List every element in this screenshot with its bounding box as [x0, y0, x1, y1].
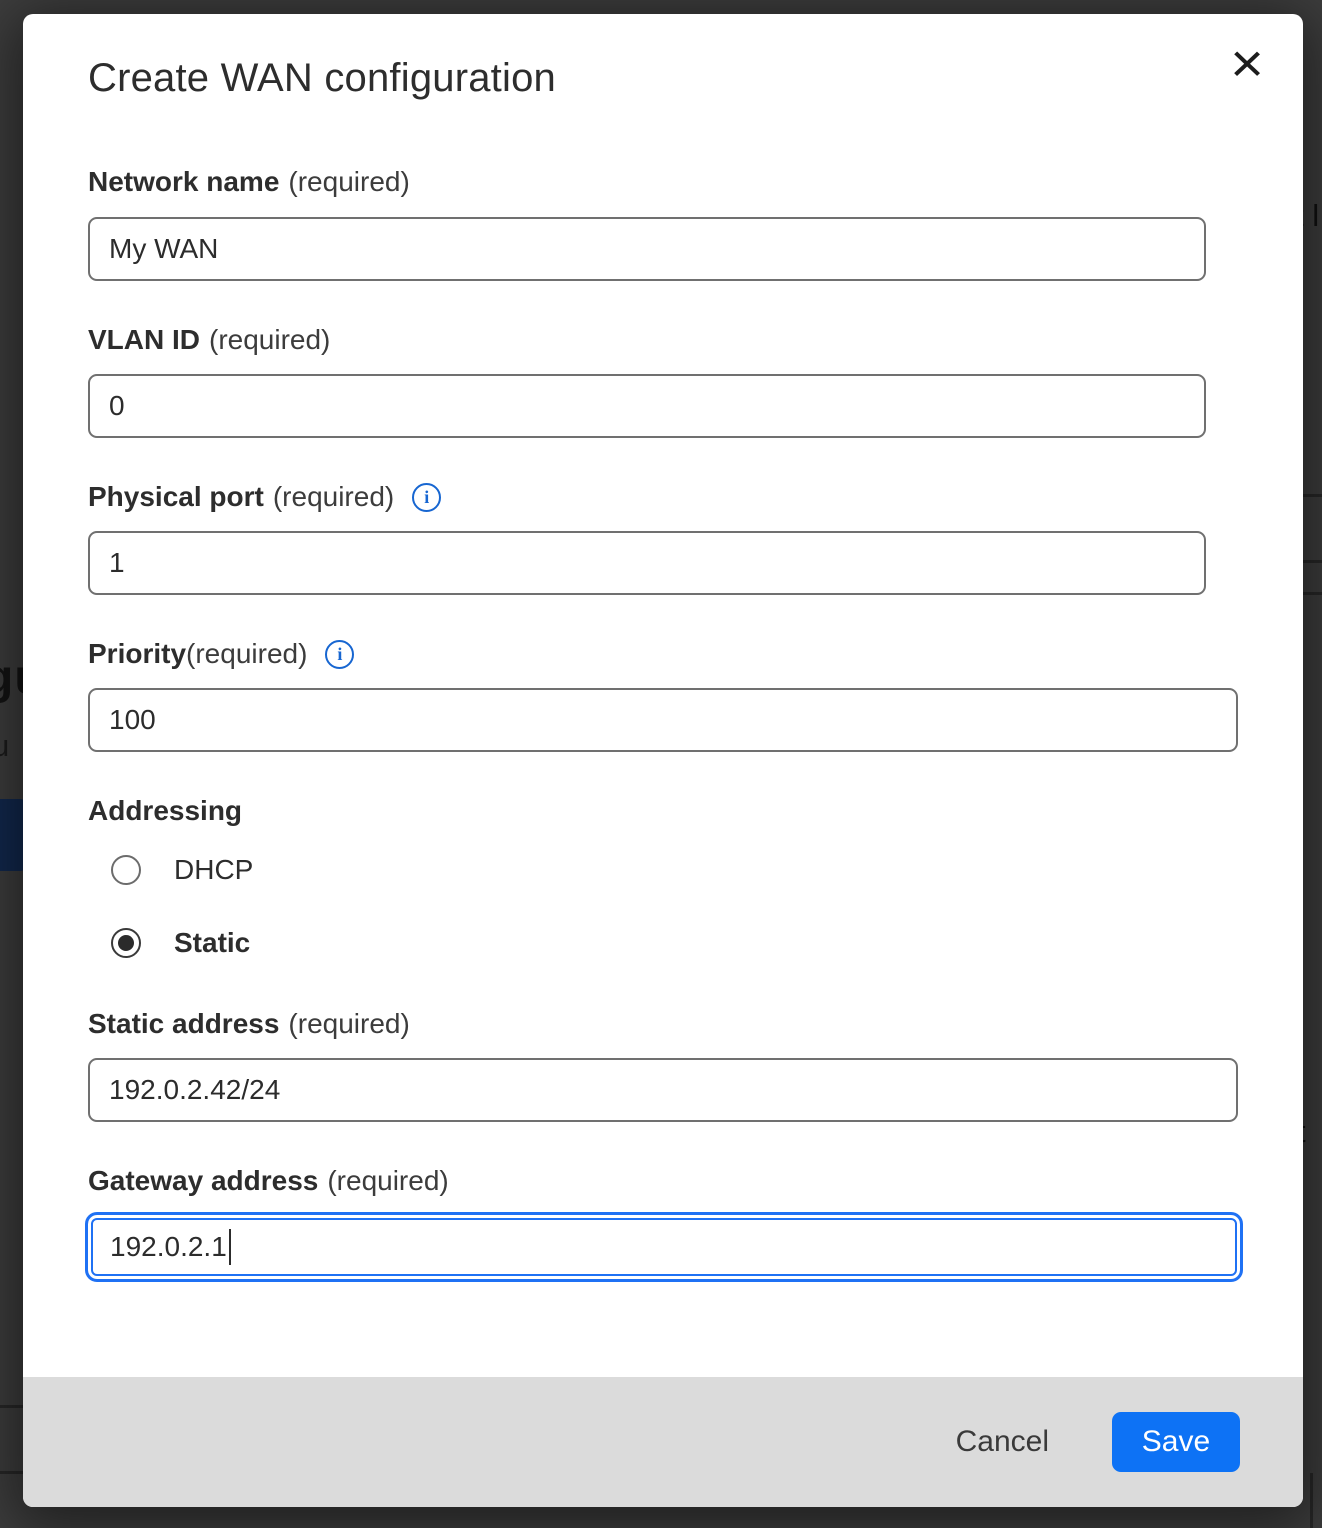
network-name-label: Network name (required)	[88, 166, 410, 198]
gateway-address-label: Gateway address (required)	[88, 1165, 449, 1197]
info-icon[interactable]: i	[325, 640, 354, 669]
priority-label: Priority (required) i	[88, 638, 354, 670]
save-button[interactable]: Save	[1112, 1412, 1240, 1472]
physical-port-input[interactable]	[88, 531, 1206, 595]
static-address-input[interactable]	[88, 1058, 1238, 1122]
required-hint: (required)	[186, 638, 307, 670]
radio-label: DHCP	[174, 854, 253, 886]
background-table-line	[1303, 560, 1322, 563]
close-button[interactable]: ×	[1219, 36, 1275, 92]
physical-port-label: Physical port (required) i	[88, 481, 441, 513]
info-icon[interactable]: i	[412, 483, 441, 512]
dialog-footer: Cancel Save	[23, 1377, 1303, 1507]
static-address-label: Static address (required)	[88, 1008, 410, 1040]
label-text: Gateway address	[88, 1165, 318, 1197]
required-hint: (required)	[209, 324, 330, 356]
priority-input[interactable]	[88, 688, 1238, 752]
radio-icon	[111, 855, 141, 885]
required-hint: (required)	[327, 1165, 448, 1197]
text-cursor	[229, 1229, 231, 1265]
create-wan-configuration-dialog: Create WAN configuration × Network name …	[23, 14, 1303, 1507]
gateway-address-value: 192.0.2.1	[110, 1231, 227, 1263]
addressing-option-static[interactable]: Static	[111, 927, 250, 959]
label-text: Static address	[88, 1008, 279, 1040]
background-table-line	[0, 1471, 23, 1474]
gateway-address-input[interactable]: 192.0.2.1	[85, 1212, 1243, 1282]
label-text: VLAN ID	[88, 324, 200, 356]
addressing-heading: Addressing	[88, 795, 242, 827]
dialog-title: Create WAN configuration	[88, 56, 556, 101]
cancel-button[interactable]: Cancel	[942, 1415, 1063, 1469]
addressing-option-dhcp[interactable]: DHCP	[111, 854, 253, 886]
vlan-id-input[interactable]	[88, 374, 1206, 438]
label-text: Network name	[88, 166, 279, 198]
required-hint: (required)	[273, 481, 394, 513]
background-table-line	[0, 1405, 23, 1408]
background-table-line	[1303, 592, 1322, 595]
background-table-line	[1303, 494, 1322, 497]
background-table-line	[1310, 1473, 1313, 1528]
required-hint: (required)	[288, 166, 409, 198]
label-text: Priority	[88, 638, 186, 670]
radio-label: Static	[174, 927, 250, 959]
network-name-input[interactable]	[88, 217, 1206, 281]
close-icon: ×	[1230, 36, 1264, 91]
vlan-id-label: VLAN ID (required)	[88, 324, 330, 356]
label-text: Physical port	[88, 481, 264, 513]
radio-icon	[111, 928, 141, 958]
required-hint: (required)	[288, 1008, 409, 1040]
background-clipped-text: u	[0, 728, 9, 764]
